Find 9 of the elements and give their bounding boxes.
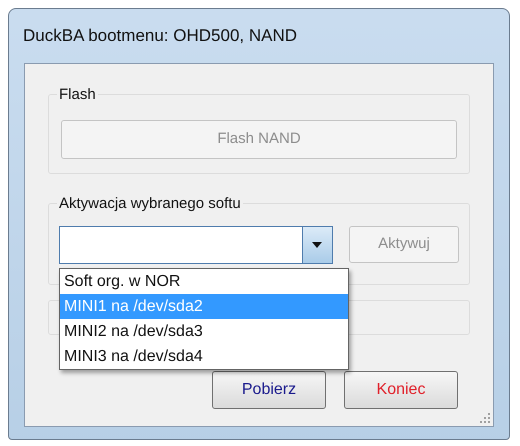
exit-button[interactable]: Koniec — [344, 371, 458, 409]
dropdown-option[interactable]: Soft org. w NOR — [60, 269, 348, 294]
group-label: Aktywacja wybranego softu — [57, 195, 243, 212]
dropdown-field[interactable] — [59, 226, 333, 264]
dropdown-option[interactable]: MINI3 na /dev/sda4 — [60, 344, 348, 369]
resize-grip-icon[interactable] — [480, 413, 490, 423]
dropdown-option[interactable]: MINI2 na /dev/sda3 — [60, 319, 348, 344]
window-title: DuckBA bootmenu: OHD500, NAND — [23, 25, 298, 48]
download-button[interactable]: Pobierz — [212, 371, 326, 409]
